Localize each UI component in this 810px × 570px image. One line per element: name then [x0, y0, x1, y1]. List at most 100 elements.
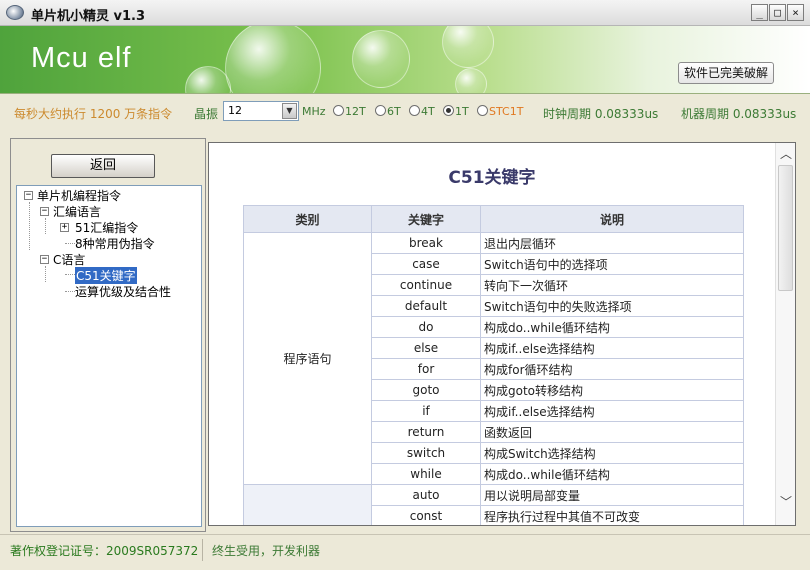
keyword-cell: switch: [371, 442, 481, 464]
description-cell: Switch语句中的选择项: [480, 253, 744, 275]
description-cell: 转向下一次循环: [480, 274, 744, 296]
table-row: 程序语句 break 退出内层循环: [243, 232, 744, 485]
radio-label: STC1T: [489, 105, 524, 118]
tree-item-root[interactable]: 单片机编程指令: [37, 187, 121, 204]
radio-label: 4T: [421, 105, 435, 118]
radio-label: 1T: [455, 105, 469, 118]
description-cell: 构成if..else选择结构: [480, 337, 744, 359]
tree-item-asm[interactable]: 汇编语言: [53, 203, 101, 220]
copyright-text: 著作权登记证号：2009SR057372: [10, 544, 199, 558]
maximize-button[interactable]: □: [769, 4, 786, 21]
collapse-icon[interactable]: −: [40, 207, 49, 216]
status-bar: 著作权登记证号：2009SR057372 终生受用，开发利器: [0, 534, 810, 570]
radio-checked-icon: [443, 105, 454, 116]
tree-line: [65, 243, 75, 244]
scroll-up-icon[interactable]: ︿: [779, 147, 793, 161]
bubble-decoration: [442, 26, 494, 68]
tree-item-c[interactable]: C语言: [53, 251, 85, 268]
tree-item-c-precedence[interactable]: 运算优级及结合性: [75, 283, 171, 300]
expand-icon[interactable]: +: [60, 223, 69, 232]
keyword-cell: break: [371, 232, 481, 254]
category-cell: [243, 484, 372, 525]
close-button[interactable]: ×: [787, 4, 804, 21]
tree-item-c-keywords[interactable]: C51关键字: [75, 267, 137, 284]
collapse-icon[interactable]: −: [40, 255, 49, 264]
content-title: C51关键字: [448, 168, 536, 188]
slogan-text: 终生受用，开发利器: [212, 544, 321, 558]
collapse-icon[interactable]: −: [24, 191, 33, 200]
clock-period: 时钟周期 0.08333us: [543, 107, 659, 121]
description-cell: 构成Switch选择结构: [480, 442, 744, 464]
keyword-cell: continue: [371, 274, 481, 296]
app-logo: Mcu elf: [31, 42, 132, 74]
keyword-cell: auto: [371, 484, 481, 506]
keyword-cell: else: [371, 337, 481, 359]
tree-line: [65, 274, 75, 275]
bubble-decoration: [225, 26, 321, 93]
description-cell: 构成goto转移结构: [480, 379, 744, 401]
description-cell: 构成if..else选择结构: [480, 400, 744, 422]
keyword-cell: const: [371, 505, 481, 525]
keyword-cell: while: [371, 463, 481, 485]
crack-button[interactable]: 软件已完美破解: [678, 62, 774, 84]
tree-line: [45, 266, 46, 282]
bubble-decoration: [455, 68, 487, 93]
description-cell: 构成do..while循环结构: [480, 463, 744, 485]
tree-line: [45, 218, 46, 234]
vertical-scrollbar[interactable]: ︿ ﹀: [775, 143, 795, 525]
keyword-cell: do: [371, 316, 481, 338]
description-cell: 函数返回: [480, 421, 744, 443]
minimize-button[interactable]: _: [751, 4, 768, 21]
radio-label: 12T: [345, 105, 366, 118]
tree-line: [29, 202, 30, 250]
header-description: 说明: [480, 205, 744, 233]
keyword-cell: return: [371, 421, 481, 443]
header-keyword: 关键字: [371, 205, 481, 233]
keyword-cell: for: [371, 358, 481, 380]
mhz-label: MHz: [302, 105, 326, 118]
tree-item-asm-pseudo[interactable]: 8种常用伪指令: [75, 235, 155, 252]
radio-1t[interactable]: 1T: [443, 105, 469, 119]
radio-circle-icon: [409, 105, 420, 116]
title-bar: 单片机小精灵 v1.3 _ □ ×: [0, 0, 810, 26]
description-cell: 构成do..while循环结构: [480, 316, 744, 338]
description-cell: Switch语句中的失败选择项: [480, 295, 744, 317]
radio-circle-icon: [477, 105, 488, 116]
tree-view[interactable]: − 单片机编程指令 − 汇编语言 + 51汇编指令 8种常用伪指令 − C语言 …: [16, 185, 202, 527]
radio-4t[interactable]: 4T: [409, 105, 435, 119]
category-cell: 程序语句: [243, 232, 372, 485]
radio-stc1t[interactable]: STC1T: [477, 105, 523, 119]
radio-circle-icon: [375, 105, 386, 116]
description-cell: 程序执行过程中其值不可改变: [480, 505, 744, 525]
table-row: auto 用以说明局部变量: [243, 484, 744, 525]
sidebar: 返回 − 单片机编程指令 − 汇编语言 + 51汇编指令 8种常用伪指令 − C…: [10, 138, 206, 532]
radio-circle-icon: [333, 105, 344, 116]
radio-12t[interactable]: 12T: [333, 105, 366, 119]
crystal-select[interactable]: 12 ▼: [223, 101, 299, 121]
app-icon: [6, 5, 24, 20]
crystal-value: 12: [228, 104, 242, 117]
bubble-decoration: [352, 30, 410, 88]
back-button[interactable]: 返回: [51, 154, 155, 178]
banner: Mcu elf 软件已完美破解: [0, 26, 810, 94]
tree-item-asm-51[interactable]: 51汇编指令: [75, 219, 138, 236]
scroll-down-icon[interactable]: ﹀: [779, 495, 793, 509]
header-category: 类别: [243, 205, 372, 233]
description-cell: 构成for循环结构: [480, 358, 744, 380]
window-title: 单片机小精灵 v1.3: [31, 9, 146, 24]
performance-text: 每秒大约执行 1200 万条指令: [14, 107, 173, 121]
chevron-down-icon[interactable]: ▼: [282, 103, 297, 119]
machine-period: 机器周期 0.08333us: [681, 107, 797, 121]
status-divider: [202, 539, 203, 561]
keyword-cell: default: [371, 295, 481, 317]
description-cell: 退出内层循环: [480, 232, 744, 254]
description-cell: 用以说明局部变量: [480, 484, 744, 506]
scroll-thumb[interactable]: [778, 165, 793, 291]
keyword-cell: case: [371, 253, 481, 275]
radio-label: 6T: [387, 105, 401, 118]
tree-line: [65, 291, 75, 292]
keyword-cell: goto: [371, 379, 481, 401]
content-panel: C51关键字 类别 关键字 说明 程序语句 break 退出内层循环 case S…: [208, 142, 796, 526]
radio-6t[interactable]: 6T: [375, 105, 401, 119]
keyword-table: 类别 关键字 说明 程序语句 break 退出内层循环 case Switch语句…: [243, 205, 744, 525]
